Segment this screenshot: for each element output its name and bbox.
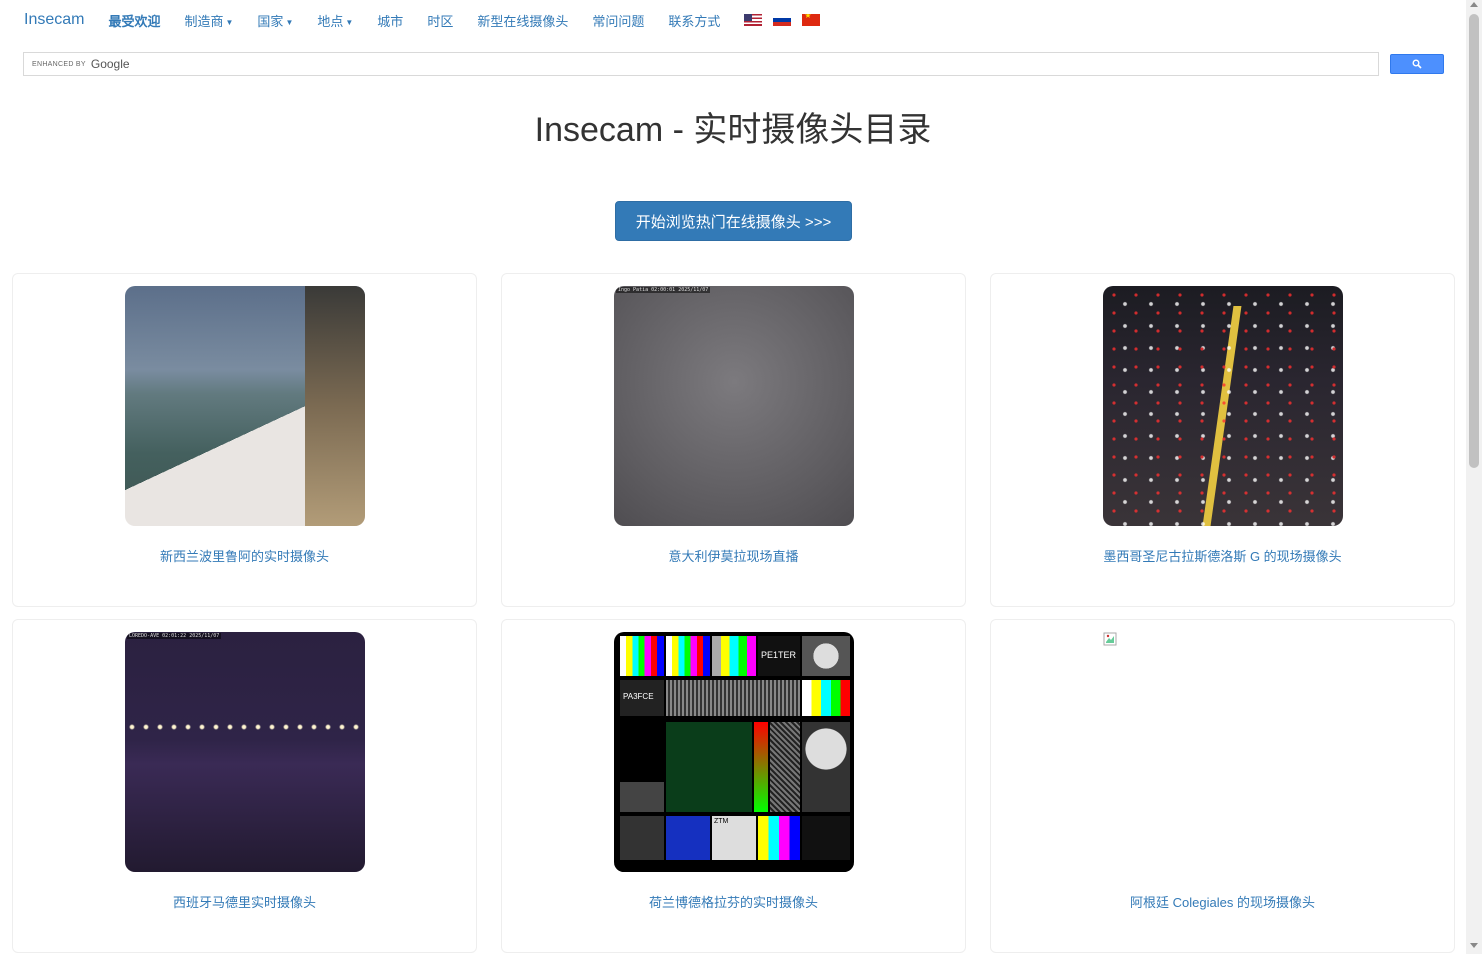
- nav-timezone-label: 时区: [427, 13, 454, 29]
- nav-new-cameras[interactable]: 新型在线摄像头: [477, 11, 568, 30]
- nav-country-label: 国家: [257, 13, 284, 29]
- caret-down-icon: ▼: [285, 17, 294, 27]
- camera-caption-link[interactable]: 墨西哥圣尼古拉斯德洛斯 G 的现场摄像头: [991, 546, 1454, 565]
- camera-caption-link[interactable]: 阿根廷 Colegiales 的现场摄像头: [991, 892, 1454, 911]
- broken-image-icon[interactable]: [1103, 632, 1117, 646]
- nav-manufacturer-label: 制造商: [184, 13, 224, 29]
- tv-callsign-label: PA3FCE: [623, 692, 654, 701]
- flag-cn-icon[interactable]: [802, 14, 821, 26]
- nav-faq[interactable]: 常问问题: [592, 11, 644, 30]
- google-logo: Google: [90, 57, 130, 71]
- nav-place-dropdown[interactable]: 地点 ▼: [317, 11, 353, 30]
- tv-station-label: ZTM: [714, 818, 729, 825]
- camera-image-detail: [305, 286, 365, 526]
- nav-faq-label: 常问问题: [592, 13, 645, 29]
- camera-card: PE1TER PA3FCE ZTM 荷兰博德格拉芬的实时摄像头: [501, 619, 966, 953]
- tv-callsign-label: PE1TER: [761, 650, 797, 660]
- page: Insecam 最受欢迎 制造商 ▼ 国家 ▼ 地点 ▼ 城市 时区 新型在线摄像头 …: [0, 0, 1482, 954]
- nav-contact-label: 联系方式: [668, 13, 721, 29]
- test-pattern-tile: [666, 636, 710, 676]
- test-pattern-tile: [758, 816, 800, 860]
- scroll-down-icon[interactable]: [1470, 943, 1478, 948]
- camera-thumbnail[interactable]: [1103, 286, 1343, 526]
- nav-city[interactable]: 城市: [377, 11, 403, 30]
- search-button[interactable]: [1390, 54, 1444, 74]
- test-pattern-tile: [614, 864, 854, 872]
- scrollbar-thumb[interactable]: [1469, 14, 1479, 468]
- camera-caption-link[interactable]: 新西兰波里鲁阿的实时摄像头: [13, 546, 476, 565]
- nav-timezone[interactable]: 时区: [427, 11, 453, 30]
- test-pattern-tile: [802, 636, 850, 676]
- camera-card: Ingo Patia 02:00:01 2025/11/07 意大利伊莫拉现场直…: [501, 273, 966, 607]
- scroll-up-icon[interactable]: [1470, 2, 1478, 7]
- test-pattern-tile: PE1TER: [758, 636, 800, 676]
- camera-card: 墨西哥圣尼古拉斯德洛斯 G 的现场摄像头: [990, 273, 1455, 607]
- camera-image-detail: [125, 720, 365, 734]
- test-pattern-tile: [620, 816, 664, 860]
- browse-popular-button[interactable]: 开始浏览热门在线摄像头 >>>: [615, 201, 852, 241]
- test-pattern-tile: [802, 816, 850, 860]
- camera-thumbnail[interactable]: LOREDO-AVE 02:01:22 2025/11/07: [125, 632, 365, 872]
- camera-card: LOREDO-AVE 02:01:22 2025/11/07 西班牙马德里实时摄…: [12, 619, 477, 953]
- page-title: Insecam - 实时摄像头目录: [534, 111, 932, 149]
- test-pattern-tile: ZTM: [712, 816, 756, 860]
- nav-country-dropdown[interactable]: 国家 ▼: [257, 11, 293, 30]
- enhanced-by-label: ENHANCED BY: [32, 60, 86, 68]
- nav-popular[interactable]: 最受欢迎: [108, 11, 160, 30]
- nav-city-label: 城市: [377, 13, 404, 29]
- test-pattern-tile: [802, 722, 850, 812]
- camera-caption-link[interactable]: 荷兰博德格拉芬的实时摄像头: [502, 892, 965, 911]
- camera-thumbnail[interactable]: Ingo Patia 02:00:01 2025/11/07: [614, 286, 854, 526]
- nav-popular-label: 最受欢迎: [108, 13, 161, 29]
- search-icon: [1412, 59, 1422, 69]
- camera-timestamp: Ingo Patia 02:00:01 2025/11/07: [616, 287, 711, 293]
- test-pattern-tile: [666, 816, 710, 860]
- test-pattern-tile: [802, 680, 850, 716]
- test-pattern-tile: [620, 636, 664, 676]
- flag-ru-icon[interactable]: [773, 14, 792, 26]
- nav-place-label: 地点: [317, 13, 344, 29]
- camera-thumbnail[interactable]: PE1TER PA3FCE ZTM: [614, 632, 854, 872]
- search-input[interactable]: ENHANCED BY Google: [23, 52, 1379, 76]
- navbar: Insecam 最受欢迎 制造商 ▼ 国家 ▼ 地点 ▼ 城市 时区 新型在线摄像头 …: [0, 0, 1466, 40]
- camera-timestamp: LOREDO-AVE 02:01:22 2025/11/07: [127, 633, 222, 639]
- page-scrollbar[interactable]: [1466, 0, 1482, 954]
- nav-new-cameras-label: 新型在线摄像头: [477, 13, 569, 29]
- test-pattern-tile: [712, 636, 756, 676]
- test-pattern-tile: [620, 782, 664, 812]
- test-pattern-tile: [770, 722, 800, 812]
- caret-down-icon: ▼: [225, 17, 234, 27]
- camera-caption-link[interactable]: 意大利伊莫拉现场直播: [502, 546, 965, 565]
- test-pattern-tile: [754, 722, 768, 812]
- camera-caption-link[interactable]: 西班牙马德里实时摄像头: [13, 892, 476, 911]
- camera-card: 新西兰波里鲁阿的实时摄像头: [12, 273, 477, 607]
- camera-card: 阿根廷 Colegiales 的现场摄像头: [990, 619, 1455, 953]
- google-search-bar: ENHANCED BY Google: [23, 52, 1444, 76]
- caret-down-icon: ▼: [345, 17, 354, 27]
- camera-image-detail: [1103, 286, 1343, 526]
- flag-us-icon[interactable]: [744, 14, 763, 26]
- test-pattern-tile: [666, 680, 800, 716]
- nav-contact[interactable]: 联系方式: [668, 11, 720, 30]
- test-pattern-tile: [666, 722, 752, 812]
- test-pattern-tile: PA3FCE: [620, 680, 664, 716]
- nav-manufacturer-dropdown[interactable]: 制造商 ▼: [184, 11, 233, 30]
- brand-link[interactable]: Insecam: [24, 11, 84, 29]
- camera-thumbnail[interactable]: [125, 286, 365, 526]
